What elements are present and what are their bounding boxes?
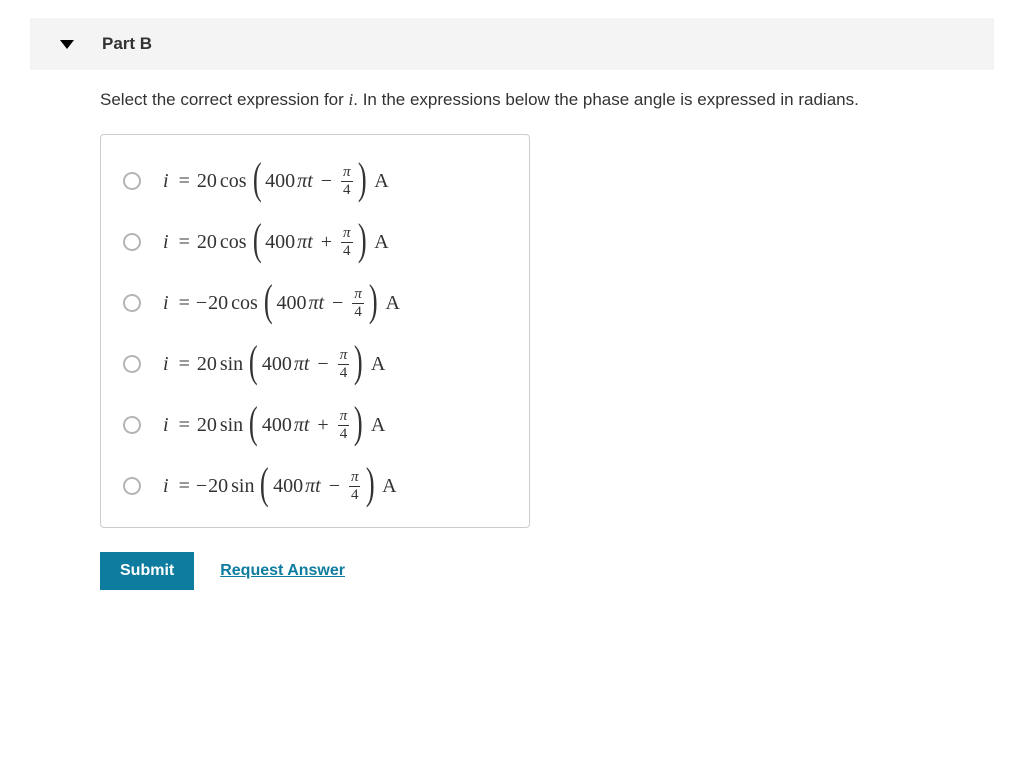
collapse-icon xyxy=(60,40,74,49)
option-formula: i=20sin(400πt+π4)A xyxy=(163,409,385,442)
question-prompt: Select the correct expression for i. In … xyxy=(100,88,960,112)
radio-button[interactable] xyxy=(123,416,141,434)
content: Select the correct expression for i. In … xyxy=(100,88,994,590)
option-formula: i=20sin(400πt−π4)A xyxy=(163,348,385,381)
option-row[interactable]: i=20cos(400πt+π4)A xyxy=(123,212,507,273)
option-row[interactable]: i=−20cos(400πt−π4)A xyxy=(123,273,507,334)
option-formula: i=20cos(400πt+π4)A xyxy=(163,226,389,259)
radio-button[interactable] xyxy=(123,233,141,251)
radio-button[interactable] xyxy=(123,172,141,190)
option-row[interactable]: i=−20sin(400πt−π4)A xyxy=(123,456,507,517)
prompt-text-before: Select the correct expression for xyxy=(100,90,349,109)
part-title: Part B xyxy=(102,34,152,54)
part-header[interactable]: Part B xyxy=(30,18,994,70)
option-formula: i=−20sin(400πt−π4)A xyxy=(163,470,397,503)
option-formula: i=20cos(400πt−π4)A xyxy=(163,165,389,198)
option-row[interactable]: i=20sin(400πt−π4)A xyxy=(123,334,507,395)
option-row[interactable]: i=20sin(400πt+π4)A xyxy=(123,395,507,456)
option-formula: i=−20cos(400πt−π4)A xyxy=(163,287,400,320)
actions-row: Submit Request Answer xyxy=(100,552,994,590)
submit-button[interactable]: Submit xyxy=(100,552,194,590)
radio-button[interactable] xyxy=(123,294,141,312)
request-answer-link[interactable]: Request Answer xyxy=(220,562,345,580)
prompt-text-after: . In the expressions below the phase ang… xyxy=(353,90,859,109)
radio-button[interactable] xyxy=(123,355,141,373)
options-group: i=20cos(400πt−π4)A i=20cos(400πt+π4)A i=… xyxy=(100,134,530,528)
option-row[interactable]: i=20cos(400πt−π4)A xyxy=(123,151,507,212)
radio-button[interactable] xyxy=(123,477,141,495)
